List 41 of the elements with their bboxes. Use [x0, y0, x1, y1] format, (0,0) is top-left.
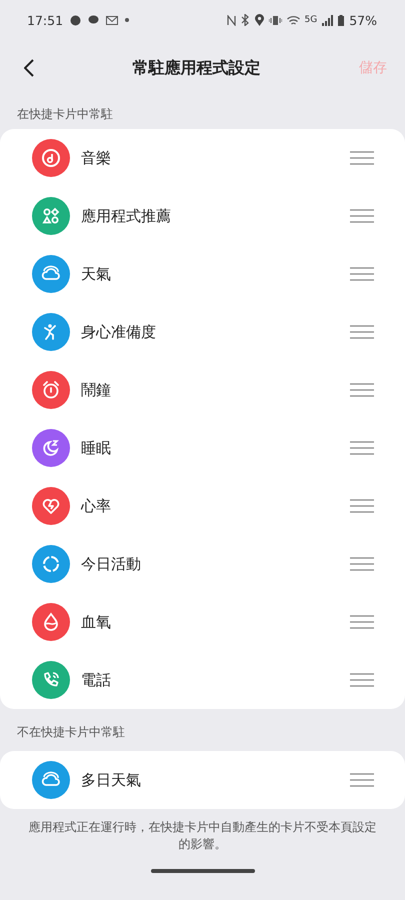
drag-handle-icon[interactable] — [350, 499, 374, 513]
nfc-icon — [226, 14, 236, 26]
drag-handle-icon[interactable] — [350, 557, 374, 571]
drag-handle-icon[interactable] — [350, 267, 374, 281]
mail-icon — [106, 16, 118, 24]
app-name: 天氣 — [81, 264, 112, 284]
dot-icon — [125, 18, 130, 22]
message-icon — [88, 15, 100, 25]
drag-handle-icon[interactable] — [350, 209, 374, 223]
app-name: 血氧 — [81, 612, 112, 632]
page-title: 常駐應用程式設定 — [132, 58, 262, 78]
drag-handle-icon[interactable] — [350, 325, 374, 339]
battery-icon — [338, 14, 344, 26]
section-label: 不在快捷卡片中常駐 — [16, 724, 126, 741]
app-name: 應用程式推薦 — [81, 206, 172, 226]
signal-icon — [322, 14, 334, 26]
drag-handle-icon[interactable] — [350, 441, 374, 455]
drag-handle-icon[interactable] — [350, 383, 374, 397]
drag-handle-icon[interactable] — [350, 673, 374, 687]
battery-percentage: 57% — [349, 12, 377, 28]
location-icon — [254, 14, 264, 26]
app-name: 音樂 — [81, 148, 112, 168]
app-name: 多日天氣 — [81, 770, 142, 790]
footer-note: 應用程式正在運行時，在快捷卡片中自動產生的卡片不受本頁設定的影響。 — [28, 819, 378, 853]
drag-handle-icon[interactable] — [350, 773, 374, 787]
app-name: 今日活動 — [81, 554, 142, 574]
bluetooth-icon — [240, 14, 250, 26]
app-name: 身心准備度 — [81, 322, 157, 342]
section-label: 在快捷卡片中常駐 — [16, 106, 114, 123]
status-time: 17:51 — [27, 12, 64, 28]
app-name: 電話 — [81, 670, 112, 690]
wifi-icon — [286, 14, 300, 26]
network-label: 5G — [304, 15, 318, 25]
drag-handle-icon[interactable] — [350, 615, 374, 629]
chat-bubble-icon — [70, 14, 82, 26]
app-name: 睡眠 — [81, 438, 112, 458]
music-note-icon — [39, 146, 63, 170]
drag-handle-icon[interactable] — [350, 151, 374, 165]
app-name: 心率 — [81, 496, 112, 516]
app-name: 鬧鐘 — [81, 380, 112, 400]
vibrate-icon — [268, 14, 282, 26]
